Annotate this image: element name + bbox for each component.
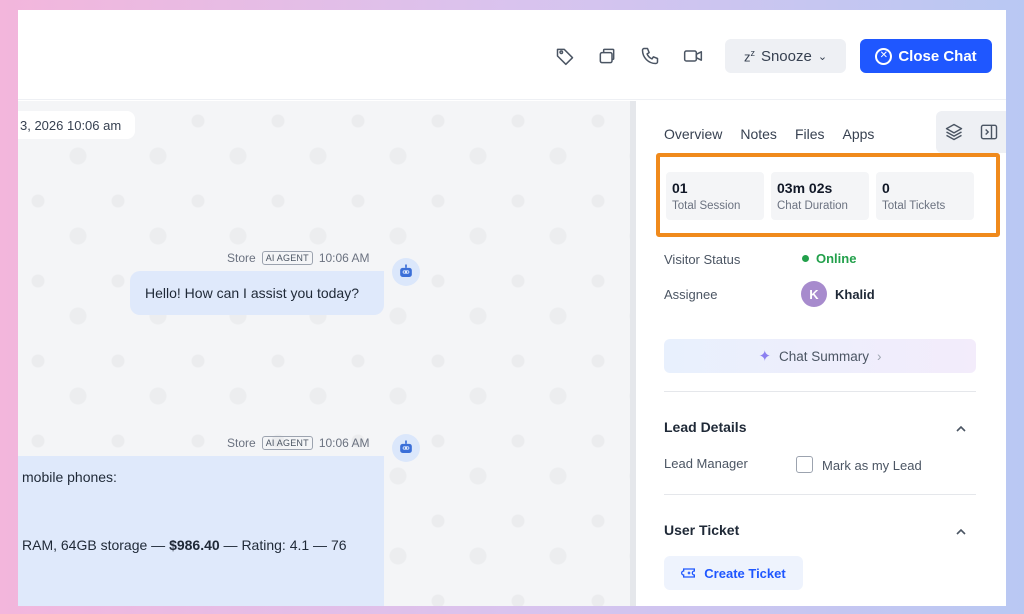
ticket-icon — [681, 568, 696, 578]
message-time: 10:06 AM — [318, 251, 370, 265]
stat-label: Chat Duration — [777, 200, 848, 212]
date-pill: 3, 2026 10:06 am — [18, 111, 136, 139]
video-icon[interactable] — [682, 45, 704, 67]
close-circle-icon: ✕ — [875, 47, 893, 65]
bot-avatar — [392, 434, 420, 462]
snooze-icon: zz — [743, 47, 755, 65]
avatar: K — [801, 281, 827, 307]
sparkle-icon: ✦ — [758, 348, 772, 365]
snooze-label: Snooze — [760, 47, 812, 65]
tab-files[interactable]: Files — [795, 126, 825, 155]
stat-value: 0 — [882, 180, 890, 196]
panel-tools — [936, 111, 1006, 153]
close-chat-button[interactable]: ✕ Close Chat — [860, 39, 992, 73]
lead-manager-label: Lead Manager — [664, 456, 748, 471]
chevron-right-icon: › — [877, 348, 882, 364]
message-text: Hello! How can I assist you today? — [145, 285, 359, 301]
robot-icon — [400, 440, 412, 453]
close-chat-label: Close Chat — [898, 47, 977, 65]
ai-agent-badge: AI AGENT — [261, 251, 313, 265]
product-specs: RAM, 64GB storage — — [22, 537, 170, 553]
product-price: $986.40 — [169, 537, 220, 553]
tab-apps[interactable]: Apps — [843, 126, 875, 155]
sender-name: Store — [227, 436, 256, 450]
ai-agent-badge: AI AGENT — [261, 436, 313, 450]
stat-value: 03m 02s — [777, 180, 833, 196]
sender-name: Store — [227, 251, 256, 265]
copy-icon[interactable] — [596, 45, 618, 67]
product-rating: — Rating: 4.1 — 76 — [219, 537, 347, 553]
lead-details-title: Lead Details — [664, 419, 747, 435]
assignee-name: Khalid — [835, 286, 875, 302]
tab-overview[interactable]: Overview — [664, 126, 723, 155]
online-dot-icon — [802, 255, 809, 262]
divider — [664, 494, 976, 495]
details-panel: Overview Notes Files Apps 01 Total Sessi… — [636, 101, 1006, 606]
message-bubble: mobile phones: RAM, 64GB storage — $986.… — [18, 456, 384, 606]
chevron-down-icon: ⌄ — [817, 50, 828, 63]
snooze-button[interactable]: zz Snooze ⌄ — [725, 39, 846, 73]
message-time: 10:06 AM — [318, 436, 370, 450]
message-meta: Store AI AGENT 10:06 AM — [227, 436, 370, 450]
message-bubble: Hello! How can I assist you today? — [130, 271, 384, 315]
tab-notes[interactable]: Notes — [740, 126, 777, 155]
bot-avatar — [392, 258, 420, 286]
visitor-status-label: Visitor Status — [664, 252, 741, 267]
assignee-label: Assignee — [664, 287, 718, 302]
stat-total-tickets: 0 Total Tickets — [876, 172, 974, 220]
collapse-panel-icon[interactable] — [979, 122, 999, 142]
layers-icon[interactable] — [944, 122, 964, 142]
stat-label: Total Session — [672, 200, 741, 212]
top-bar: zz Snooze ⌄ ✕ Close Chat — [18, 10, 1006, 100]
chevron-up-icon[interactable] — [954, 422, 968, 436]
message-line: mobile phones: — [22, 469, 117, 485]
phone-icon[interactable] — [639, 45, 661, 67]
panel-tabs: Overview Notes Files Apps — [664, 126, 874, 155]
robot-icon — [400, 264, 412, 277]
mark-lead-checkbox[interactable] — [796, 456, 813, 473]
status-badge: Online — [802, 251, 856, 266]
chat-summary-label: Chat Summary — [779, 348, 870, 364]
chat-area[interactable]: 3, 2026 10:06 am Store AI AGENT 10:06 AM… — [18, 101, 630, 606]
stat-chat-duration: 03m 02s Chat Duration — [771, 172, 869, 220]
create-ticket-button[interactable]: Create Ticket — [664, 556, 803, 590]
divider — [664, 391, 976, 392]
visitor-status-value: Online — [816, 251, 857, 266]
stat-label: Total Tickets — [882, 200, 946, 212]
chevron-up-icon[interactable] — [954, 525, 968, 539]
app-window: zz Snooze ⌄ ✕ Close Chat 3, 2026 10:06 a… — [18, 10, 1006, 606]
message-line: RAM, 64GB storage — $986.40 — Rating: 4.… — [22, 536, 347, 556]
chat-summary-button[interactable]: ✦ Chat Summary › — [664, 339, 976, 373]
user-ticket-title: User Ticket — [664, 522, 740, 538]
stat-value: 01 — [672, 180, 688, 196]
message-meta: Store AI AGENT 10:06 AM — [227, 251, 370, 265]
stat-total-session: 01 Total Session — [666, 172, 764, 220]
tag-icon[interactable] — [554, 45, 576, 67]
assignee-selector[interactable]: K Khalid — [801, 281, 875, 307]
mark-lead-label[interactable]: Mark as my Lead — [822, 458, 922, 473]
create-ticket-label: Create Ticket — [704, 565, 786, 581]
